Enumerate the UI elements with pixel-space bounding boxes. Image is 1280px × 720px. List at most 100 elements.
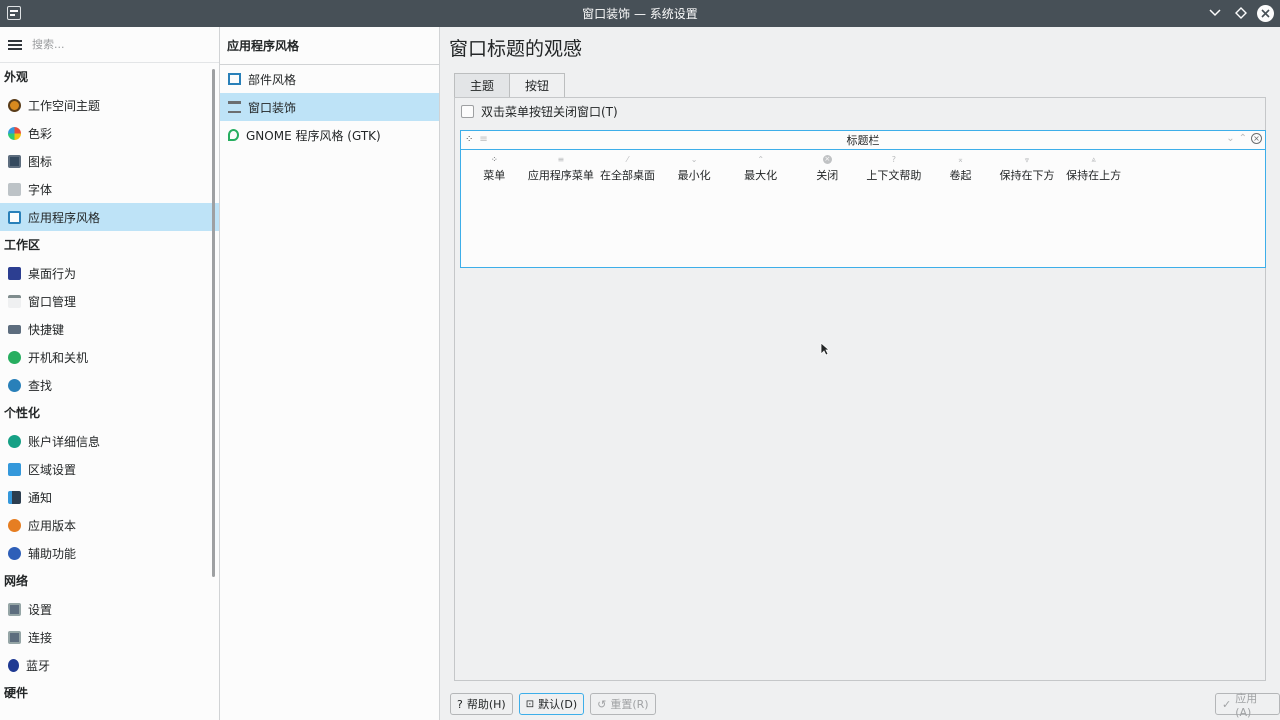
titlebar-preview: ⁘ ≡ 标题栏 ⌄ ⌃ × — [461, 131, 1265, 150]
subcategory-item-label: 窗口装饰 — [248, 100, 297, 115]
search-icon — [8, 378, 21, 392]
sidebar-item-notifications[interactable]: 通知 — [0, 483, 219, 511]
menu-icon: ⁘ — [490, 155, 498, 164]
available-button-app-menu[interactable]: ≡ 应用程序菜单 — [528, 153, 595, 183]
sidebar-item-fonts[interactable]: 字体 — [0, 175, 219, 203]
sidebar-item-label: 区域设置 — [28, 462, 77, 477]
minimize-preview-icon[interactable]: ⌄ — [1226, 133, 1234, 144]
subcategory-item-window-decoration[interactable]: 窗口装饰 — [220, 93, 439, 121]
subcategory-item-label: 部件风格 — [248, 72, 297, 87]
tab-bar: 主题 按钮 — [454, 73, 566, 97]
sidebar-item-label: 蓝牙 — [26, 658, 51, 673]
category-personalization: 个性化 — [4, 406, 41, 420]
colors-icon — [8, 126, 21, 140]
available-button-maximize[interactable]: ⌃ 最大化 — [727, 153, 794, 183]
maximize-preview-icon[interactable]: ⌃ — [1239, 133, 1247, 144]
sidebar-item-label: 应用版本 — [28, 518, 77, 533]
widget-style-icon — [228, 73, 241, 85]
mouse-cursor-icon — [820, 342, 830, 356]
diamond-icon — [1235, 7, 1247, 19]
available-button-all-desktops[interactable]: ⁄ 在全部桌面 — [594, 153, 661, 183]
menu-dots-icon[interactable]: ⁘ — [465, 134, 473, 145]
sidebar-item-bluetooth[interactable]: 蓝牙 — [0, 651, 219, 679]
chevron-down-icon — [1209, 9, 1221, 17]
available-button-keep-above[interactable]: ⩓ 保持在上方 — [1060, 153, 1127, 183]
tab-buttons[interactable]: 按钮 — [510, 73, 566, 97]
window-decoration-icon — [228, 101, 241, 113]
close-icon — [1261, 8, 1270, 18]
sidebar-item-shortcuts[interactable]: 快捷键 — [0, 315, 219, 343]
sidebar-item-workspace-theme[interactable]: 工作空间主题 — [0, 91, 219, 119]
window-title: 窗口装饰 — 系统设置 — [582, 7, 698, 21]
close-button[interactable] — [1257, 4, 1274, 22]
close-on-double-click-option[interactable]: 双击菜单按钮关闭窗口(T) — [461, 103, 618, 120]
workspace-theme-icon — [8, 98, 21, 112]
sidebar-item-label: 快捷键 — [28, 322, 65, 337]
button-label: 应用程序菜单 — [527, 169, 594, 182]
sidebar-item-accessibility[interactable]: 辅助功能 — [0, 539, 219, 567]
close-preview-icon[interactable]: × — [1251, 133, 1262, 144]
sidebar-item-label: 应用程序风格 — [28, 210, 101, 225]
category-workspace: 工作区 — [4, 238, 41, 252]
subcategory-header: 应用程序风格 — [220, 27, 439, 65]
undo-icon: ↺ — [597, 697, 607, 711]
sidebar-item-label: 查找 — [28, 378, 53, 393]
titlebar-button-editor[interactable]: ⁘ ≡ 标题栏 ⌄ ⌃ × ⁘ 菜单 ≡ 应用程序菜单 ⁄ 在全部桌面 ⌄ 最小… — [460, 130, 1266, 268]
available-button-keep-below[interactable]: ⩔ 保持在下方 — [994, 153, 1061, 183]
search-input[interactable] — [32, 32, 218, 57]
desktop-behavior-icon — [8, 266, 21, 280]
subcategory-item-widget-style[interactable]: 部件风格 — [220, 65, 439, 93]
sidebar-item-label: 字体 — [28, 182, 53, 197]
sidebar-item-network-settings[interactable]: 设置 — [0, 595, 219, 623]
sidebar-item-window-management[interactable]: 窗口管理 — [0, 287, 219, 315]
available-button-shade[interactable]: ⌅ 卷起 — [927, 153, 994, 183]
connections-icon — [8, 630, 21, 644]
fonts-icon — [8, 182, 21, 196]
sidebar-item-connections[interactable]: 连接 — [0, 623, 219, 651]
sidebar-item-desktop-behavior[interactable]: 桌面行为 — [0, 259, 219, 287]
available-button-minimize[interactable]: ⌄ 最小化 — [661, 153, 728, 183]
minimize-button[interactable] — [1205, 3, 1225, 23]
apply-button[interactable]: ✓ 应用(A) — [1215, 692, 1280, 719]
sidebar-item-account-details[interactable]: 账户详细信息 — [0, 427, 219, 455]
help-button[interactable]: ? 帮助(H) — [450, 693, 513, 715]
subcategory-item-gtk-style[interactable]: GNOME 程序风格 (GTK) — [220, 121, 439, 149]
sidebar-item-startup-shutdown[interactable]: 开机和关机 — [0, 343, 219, 371]
app-menu-lines-icon[interactable]: ≡ — [479, 134, 487, 145]
app-style-icon — [8, 210, 21, 224]
bluetooth-icon — [8, 658, 19, 672]
available-button-menu[interactable]: ⁘ 菜单 — [461, 153, 528, 183]
icons-icon — [8, 154, 21, 168]
button-label: 菜单 — [483, 169, 506, 182]
close-on-double-click-checkbox[interactable] — [461, 105, 474, 118]
app-menu-icon[interactable] — [7, 6, 21, 20]
minimize-icon: ⌄ — [690, 155, 698, 164]
available-button-context-help[interactable]: ? 上下文帮助 — [861, 153, 928, 183]
hamburger-menu-icon[interactable] — [8, 38, 22, 52]
gtk-style-icon — [228, 129, 239, 141]
defaults-icon: ⊡ — [525, 698, 535, 710]
defaults-button[interactable]: ⊡ 默认(D) — [518, 693, 585, 715]
sidebar-item-app-style[interactable]: 应用程序风格 — [0, 203, 219, 231]
sidebar-item-application-version[interactable]: 应用版本 — [0, 511, 219, 539]
category-network: 网络 — [4, 574, 29, 588]
help-icon: ? — [457, 697, 463, 711]
page-title: 窗口标题的观感 — [449, 38, 583, 60]
button-label: 在全部桌面 — [599, 169, 655, 182]
sidebar-item-label: 桌面行为 — [28, 266, 77, 281]
sidebar-item-search[interactable]: 查找 — [0, 371, 219, 399]
regional-settings-icon — [8, 462, 21, 476]
sidebar-item-label: 通知 — [28, 490, 53, 505]
checkbox-label: 双击菜单按钮关闭窗口(T) — [481, 105, 618, 119]
button-label: 关闭 — [816, 169, 839, 182]
sidebar-scrollbar[interactable] — [212, 69, 215, 577]
sidebar-item-colors[interactable]: 色彩 — [0, 119, 219, 147]
reset-button[interactable]: ↺ 重置(R) — [590, 693, 656, 715]
accessibility-icon — [8, 546, 21, 560]
tab-theme[interactable]: 主题 — [454, 73, 511, 97]
available-button-close[interactable]: × 关闭 — [794, 153, 861, 183]
sidebar-item-regional-settings[interactable]: 区域设置 — [0, 455, 219, 483]
maximize-button[interactable] — [1231, 3, 1251, 23]
sidebar-item-icons[interactable]: 图标 — [0, 147, 219, 175]
sidebar-item-label: 辅助功能 — [28, 546, 77, 561]
